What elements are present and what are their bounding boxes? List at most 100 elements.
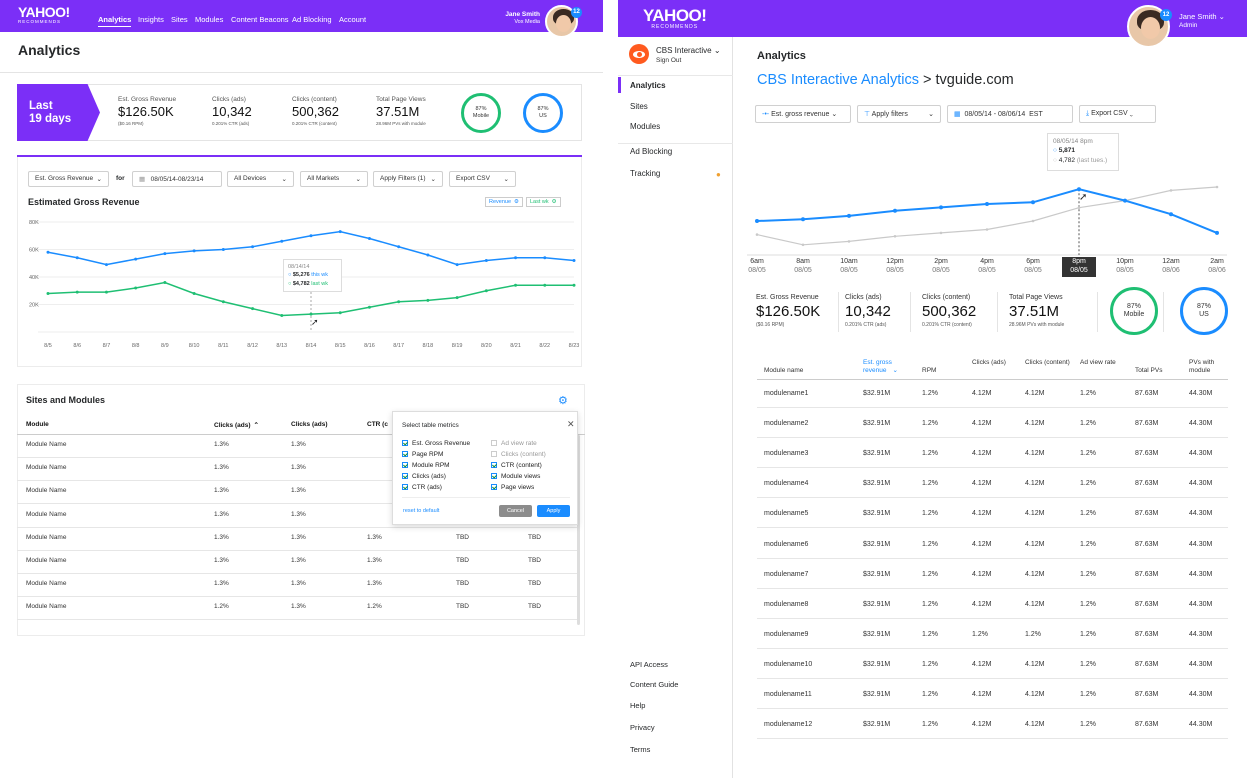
data-point[interactable] — [893, 235, 897, 238]
apply-filters-dropdown[interactable]: ⊤ Apply filters ⌄ — [857, 105, 941, 123]
breadcrumb-link[interactable]: CBS Interactive Analytics — [757, 72, 919, 88]
data-point[interactable] — [367, 305, 371, 309]
data-point[interactable] — [46, 292, 50, 295]
data-point[interactable] — [543, 283, 547, 287]
data-point[interactable] — [1077, 187, 1081, 192]
column-header[interactable]: CTR (c — [367, 421, 388, 428]
data-point[interactable] — [309, 234, 313, 238]
data-point[interactable] — [280, 239, 284, 243]
sign-out-link[interactable]: Sign Out — [656, 56, 721, 65]
data-point[interactable] — [455, 263, 459, 267]
data-point[interactable] — [192, 292, 196, 295]
data-point[interactable] — [484, 259, 488, 262]
data-point[interactable] — [221, 248, 225, 251]
data-point[interactable] — [514, 256, 518, 260]
data-point[interactable] — [426, 298, 430, 302]
column-header[interactable]: Total PVs — [1135, 367, 1183, 375]
data-point[interactable] — [426, 253, 430, 257]
data-point[interactable] — [1215, 185, 1219, 189]
data-point[interactable] — [801, 217, 805, 222]
apply-button[interactable]: Apply — [537, 505, 570, 517]
data-point[interactable] — [985, 228, 989, 231]
sidebar-item-0[interactable]: Analytics — [630, 81, 666, 90]
data-point[interactable] — [484, 289, 488, 293]
sidebar-footer-link-4[interactable]: Terms — [630, 745, 650, 754]
column-header[interactable]: Module — [26, 421, 49, 428]
reset-default-link[interactable]: reset to default — [403, 508, 439, 514]
data-point[interactable] — [939, 205, 943, 210]
metric-dropdown[interactable]: Est. Gross Revenue ⌄ — [28, 171, 109, 187]
yahoo-logo[interactable]: YAHOO! RECOMMENDS — [18, 5, 70, 25]
data-point[interactable] — [251, 245, 255, 249]
data-point[interactable] — [309, 312, 313, 316]
column-header[interactable]: Clicks (ads) — [972, 359, 1020, 367]
nav-item-2[interactable]: Sites — [171, 15, 188, 24]
metric-checkbox[interactable]: Clicks (content) — [491, 449, 546, 460]
column-header[interactable]: Clicks (content) — [1025, 359, 1073, 367]
data-point[interactable] — [514, 283, 518, 287]
nav-item-3[interactable]: Modules — [195, 15, 223, 24]
data-point[interactable] — [847, 213, 851, 218]
data-point[interactable] — [801, 243, 805, 247]
metric-checkbox[interactable]: Ad view rate — [491, 438, 546, 449]
account-switcher[interactable]: CBS Interactive ⌄ Sign Out — [656, 45, 721, 65]
apply-filters-dropdown[interactable]: Apply Filters (1) ⌄ — [373, 171, 443, 187]
nav-item-6[interactable]: Account — [339, 15, 366, 24]
data-point[interactable] — [1123, 198, 1127, 203]
metric-checkbox[interactable]: Module RPM — [402, 460, 470, 471]
notification-badge[interactable]: 12 — [1160, 9, 1172, 21]
user-info[interactable]: Jane Smith ⌄ Admin — [1179, 12, 1225, 30]
user-info[interactable]: Jane Smith Vox Media — [494, 11, 540, 27]
data-point[interactable] — [1169, 189, 1173, 192]
devices-dropdown[interactable]: All Devices ⌄ — [227, 171, 294, 187]
nav-item-5[interactable]: Ad Blocking — [292, 15, 332, 24]
legend-toggle[interactable]: Last wk ⚙ — [526, 197, 561, 207]
metric-checkbox[interactable]: Page RPM — [402, 449, 470, 460]
data-point[interactable] — [755, 233, 759, 236]
column-header[interactable]: RPM — [922, 367, 970, 375]
export-csv-dropdown[interactable]: Export CSV ⌄ — [449, 171, 516, 187]
data-point[interactable] — [893, 208, 897, 213]
metric-checkbox[interactable]: CTR (ads) — [402, 482, 470, 493]
data-point[interactable] — [1031, 219, 1035, 223]
cancel-button[interactable]: Cancel — [499, 505, 532, 517]
data-point[interactable] — [543, 256, 547, 260]
column-header[interactable]: Ad view rate — [1080, 359, 1128, 367]
data-point[interactable] — [397, 300, 401, 304]
data-point[interactable] — [75, 290, 79, 294]
data-point[interactable] — [367, 237, 371, 240]
column-header[interactable]: Clicks (ads) — [291, 421, 328, 428]
user-add-icon[interactable]: ● — [716, 170, 721, 179]
data-point[interactable] — [221, 300, 225, 304]
metric-checkbox[interactable]: Clicks (ads) — [402, 471, 470, 482]
data-point[interactable] — [280, 314, 284, 317]
data-point[interactable] — [192, 249, 196, 253]
column-header[interactable]: PVs with module — [1189, 359, 1237, 375]
metric-checkbox[interactable]: Est. Gross Revenue — [402, 438, 470, 449]
sidebar-item-4[interactable]: Tracking — [630, 169, 660, 178]
metric-dropdown[interactable]: -•- Est. gross revenue ⌄ — [755, 105, 851, 123]
data-point[interactable] — [985, 202, 989, 206]
sidebar-footer-link-1[interactable]: Content Guide — [630, 680, 678, 689]
sidebar-footer-link-0[interactable]: API Access — [630, 660, 668, 669]
metric-checkbox[interactable]: CTR (content) — [491, 460, 546, 471]
data-point[interactable] — [572, 259, 576, 262]
metric-checkbox[interactable]: Module views — [491, 471, 546, 482]
notification-badge[interactable]: 12 — [571, 7, 582, 18]
data-point[interactable] — [46, 250, 50, 254]
data-point[interactable] — [1031, 200, 1035, 205]
data-point[interactable] — [134, 286, 138, 290]
export-csv-dropdown[interactable]: ⤓ Export CSV ⌄ — [1079, 105, 1156, 123]
data-point[interactable] — [572, 283, 576, 287]
sidebar-footer-link-3[interactable]: Privacy — [630, 723, 655, 732]
data-point[interactable] — [104, 290, 108, 294]
nav-item-1[interactable]: Insights — [138, 15, 164, 24]
sidebar-item-1[interactable]: Sites — [630, 102, 648, 111]
data-point[interactable] — [755, 219, 759, 223]
gear-icon[interactable]: ⚙ — [558, 394, 568, 407]
data-point[interactable] — [847, 240, 851, 243]
data-point[interactable] — [1215, 230, 1219, 235]
metric-checkbox[interactable]: Page views — [491, 482, 546, 493]
data-point[interactable] — [75, 256, 79, 260]
data-point[interactable] — [397, 245, 401, 249]
